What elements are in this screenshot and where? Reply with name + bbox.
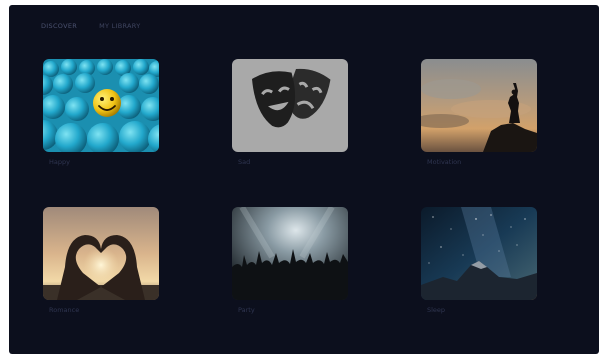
mood-thumbnail-sad[interactable] (232, 59, 348, 152)
heart-hands-sunset-image (43, 207, 159, 300)
mood-card-motivation[interactable]: Motivation (421, 59, 537, 166)
mood-card-happy[interactable]: Happy (43, 59, 159, 166)
mood-label-happy: Happy (49, 158, 70, 166)
mood-thumbnail-sleep[interactable] (421, 207, 537, 300)
mood-label-romance: Romance (49, 306, 80, 314)
mood-thumbnail-romance[interactable] (43, 207, 159, 300)
concert-crowd-image (232, 207, 348, 300)
mood-card-sad[interactable]: Sad (232, 59, 348, 166)
mood-label-sleep: Sleep (427, 306, 446, 314)
app-window: DISCOVER MY LIBRARY Happy Sad Motivation… (9, 5, 599, 354)
mood-grid: Happy Sad Motivation Romance Party Sleep (9, 5, 599, 354)
mood-label-party: Party (238, 306, 255, 314)
night-sky-mountain-image (421, 207, 537, 300)
mood-label-sad: Sad (238, 158, 251, 166)
theater-masks-image (232, 59, 348, 152)
smiley-crowd-image (43, 59, 159, 152)
mood-card-romance[interactable]: Romance (43, 207, 159, 314)
mood-label-motivation: Motivation (427, 158, 462, 166)
mood-card-party[interactable]: Party (232, 207, 348, 314)
mood-thumbnail-happy[interactable] (43, 59, 159, 152)
mood-thumbnail-motivation[interactable] (421, 59, 537, 152)
mood-thumbnail-party[interactable] (232, 207, 348, 300)
mood-card-sleep[interactable]: Sleep (421, 207, 537, 314)
climber-summit-image (421, 59, 537, 152)
